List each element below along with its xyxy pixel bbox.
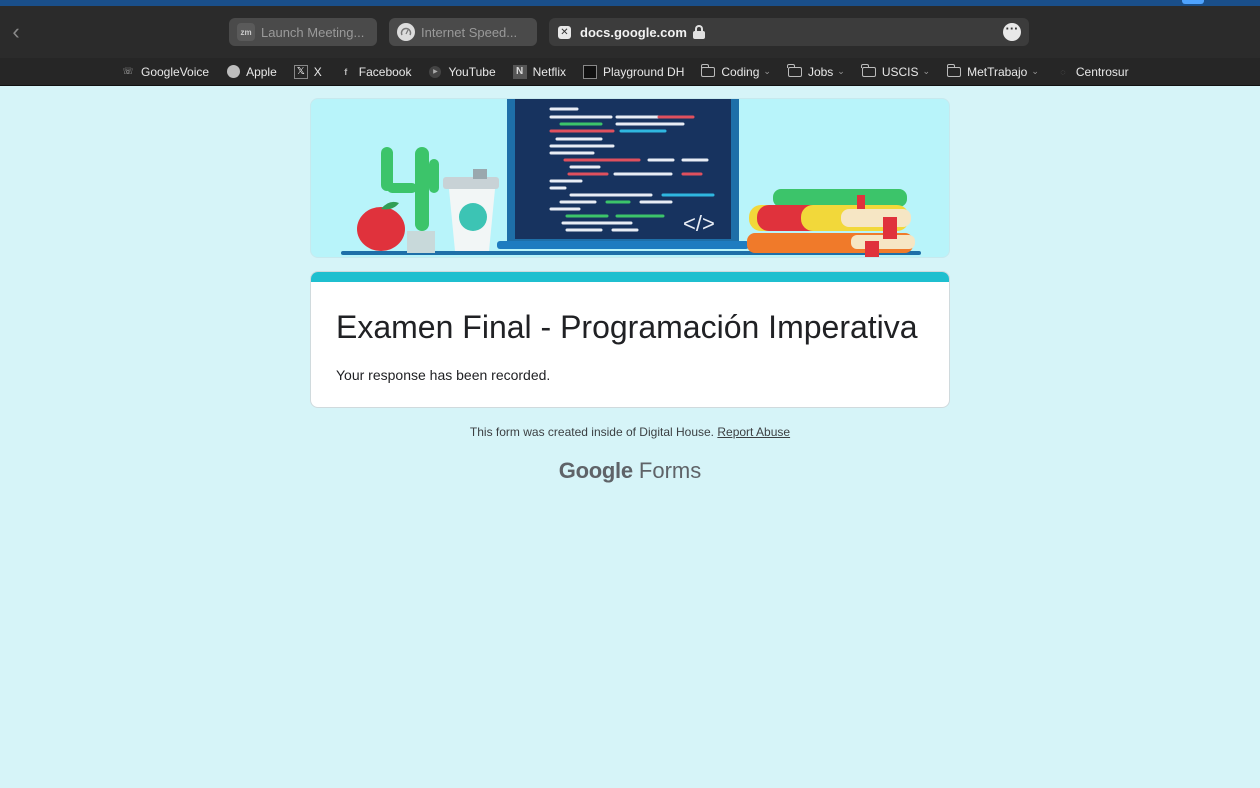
report-abuse-link[interactable]: Report Abuse — [717, 425, 790, 439]
form-footer-note: This form was created inside of Digital … — [0, 425, 1260, 439]
bookmark-folder-mettrabajo[interactable]: MetTrabajo ⌄ — [946, 63, 1039, 79]
back-button[interactable]: ‹ — [6, 20, 26, 44]
facebook-icon: f — [344, 66, 348, 77]
form-header-banner: </> — [310, 98, 950, 258]
bookmark-label: Apple — [246, 64, 277, 79]
bookmark-youtube[interactable]: ▶ YouTube — [428, 64, 496, 79]
folder-icon — [946, 63, 962, 79]
folder-icon — [861, 63, 876, 79]
card-accent-bar — [311, 272, 949, 282]
speedometer-icon — [397, 23, 415, 41]
chevron-down-icon: ⌄ — [922, 66, 931, 76]
bookmark-folder-uscis[interactable]: USCIS ⌄ — [861, 63, 931, 79]
apple-icon — [226, 65, 240, 79]
chevron-down-icon: ⌄ — [837, 66, 845, 76]
address-url: docs.google.com — [580, 24, 687, 40]
netflix-icon: N — [512, 64, 527, 79]
google-wordmark: Google — [558, 458, 633, 483]
bookmark-folder-coding[interactable]: Coding ⌄ — [700, 63, 771, 79]
bookmark-label: Facebook — [358, 64, 412, 79]
bookmark-label: GoogleVoice — [141, 64, 210, 79]
bookmark-label: Jobs — [807, 64, 834, 79]
confirmation-card: Examen Final - Programación Imperativa Y… — [310, 271, 950, 408]
folder-icon — [700, 63, 716, 79]
x-logo-icon: 𝕏 — [293, 64, 308, 79]
tab-internet-speed[interactable]: Internet Speed... — [389, 18, 537, 46]
bookmark-label: Netflix — [532, 64, 566, 79]
bookmarks-bar: ☏ GoogleVoice Apple 𝕏 X f Facebook ▶ You… — [0, 58, 1260, 86]
chevron-down-icon: ⌄ — [1031, 66, 1039, 76]
banner-code-tag: </> — [683, 211, 715, 236]
bookmark-label: X — [313, 64, 322, 79]
more-options-button[interactable]: ··· — [1003, 22, 1021, 41]
bookmark-label: MetTrabajo — [967, 64, 1028, 79]
form-title: Examen Final - Programación Imperativa — [336, 309, 918, 345]
bookmark-netflix[interactable]: N Netflix — [512, 64, 566, 79]
zoom-icon: zm — [237, 23, 255, 41]
bookmark-googlevoice[interactable]: ☏ GoogleVoice — [121, 65, 209, 79]
youtube-icon: ▶ — [428, 65, 442, 79]
tab-label: Launch Meeting... — [261, 24, 365, 40]
bookmark-apple[interactable]: Apple — [226, 65, 277, 79]
folder-icon — [787, 63, 802, 79]
bookmark-playground-dh[interactable]: Playground DH — [582, 64, 685, 79]
confirmation-message: Your response has been recorded. — [336, 367, 551, 383]
terminal-icon — [582, 64, 597, 79]
site-favicon-icon: ✕ — [558, 25, 571, 39]
bookmark-facebook[interactable]: f Facebook — [339, 64, 412, 79]
top-indicator — [1182, 0, 1204, 4]
bookmark-x[interactable]: 𝕏 X — [293, 64, 322, 79]
chevron-down-icon: ⌄ — [763, 66, 771, 76]
bookmark-label: YouTube — [448, 64, 496, 79]
footer-text: This form was created inside of Digital … — [469, 425, 715, 439]
tab-label: Internet Speed... — [421, 24, 518, 40]
browser-toolbar: ‹ zm Launch Meeting... Internet Speed...… — [0, 6, 1260, 58]
bookmark-label: Centrosur — [1075, 64, 1129, 79]
lock-icon — [692, 25, 705, 39]
forms-wordmark: Forms — [638, 458, 702, 483]
tab-launch-meeting[interactable]: zm Launch Meeting... — [229, 18, 377, 46]
address-bar[interactable]: ✕ docs.google.com ··· — [549, 18, 1029, 46]
bookmark-folder-jobs[interactable]: Jobs ⌄ — [787, 63, 845, 79]
bookmark-label: Coding — [721, 64, 760, 79]
google-forms-logo[interactable]: Google Forms — [0, 458, 1260, 484]
globe-icon: ◌ — [1060, 66, 1066, 77]
bookmark-label: USCIS — [881, 64, 919, 79]
bookmark-label: Playground DH — [602, 64, 685, 79]
banner-illustration: </> — [341, 99, 921, 257]
bookmark-centrosur[interactable]: ◌ Centrosur — [1056, 64, 1129, 79]
phone-icon: ☏ — [122, 66, 134, 76]
